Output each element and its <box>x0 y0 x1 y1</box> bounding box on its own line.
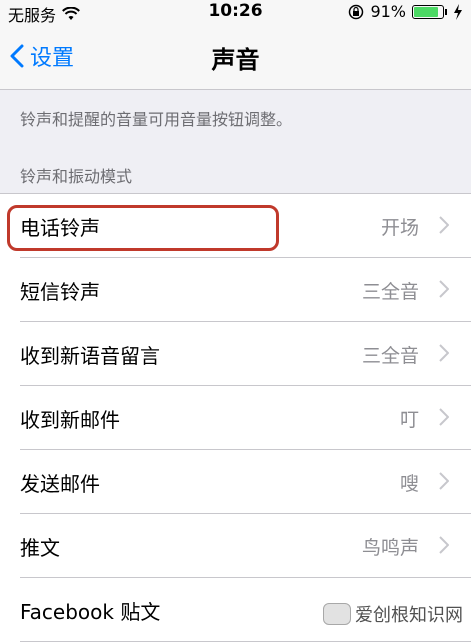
row-label: 短信铃声 <box>20 279 100 304</box>
row-label: 推文 <box>20 535 60 560</box>
navigation-bar: 设置 声音 <box>0 24 471 90</box>
status-bar: 无服务 10:26 91% <box>0 0 471 25</box>
battery-cap <box>445 8 447 15</box>
row-label: Facebook 贴文 <box>20 599 161 624</box>
battery-fill <box>414 6 438 17</box>
row-label: 收到新邮件 <box>20 407 120 432</box>
chevron-right-icon <box>439 216 449 234</box>
watermark-text: 爱创根知识网 <box>355 605 463 626</box>
watermark-logo-icon <box>323 603 351 625</box>
charging-icon <box>454 3 462 20</box>
highlight-annotation <box>7 205 279 251</box>
row-value: 三全音 <box>361 280 419 303</box>
watermark: 爱创根知识网 <box>323 601 463 627</box>
sound-list: 电话铃声 开场 短信铃声 三全音 收到新语音留言 三全音 收到新邮件 叮 发送邮… <box>0 193 471 642</box>
chevron-right-icon <box>439 344 449 362</box>
list-item-new-voicemail[interactable]: 收到新语音留言 三全音 <box>0 322 471 386</box>
chevron-right-icon <box>439 472 449 490</box>
list-item-new-mail[interactable]: 收到新邮件 叮 <box>0 386 471 450</box>
orientation-lock-icon <box>349 4 364 19</box>
chevron-right-icon <box>439 536 449 554</box>
row-label: 发送邮件 <box>20 471 100 496</box>
page-title: 声音 <box>211 46 260 74</box>
row-label: 收到新语音留言 <box>20 343 160 368</box>
status-right: 91% <box>348 2 463 21</box>
row-value: 嗖 <box>399 472 419 495</box>
row-value: 鸟鸣声 <box>361 536 419 559</box>
row-value: 开场 <box>380 216 419 239</box>
row-value: 三全音 <box>361 344 419 367</box>
list-item-sms-ringtone[interactable]: 短信铃声 三全音 <box>0 258 471 322</box>
chevron-right-icon <box>439 408 449 426</box>
list-item-sent-mail[interactable]: 发送邮件 嗖 <box>0 450 471 514</box>
battery-percent: 91% <box>370 2 406 21</box>
chevron-right-icon <box>439 280 449 298</box>
battery-icon <box>412 4 444 19</box>
list-item-tweet[interactable]: 推文 鸟鸣声 <box>0 514 471 578</box>
volume-hint: 铃声和提醒的音量可用音量按钮调整。 <box>20 110 293 129</box>
section-header: 铃声和振动模式 <box>20 167 133 186</box>
row-value: 叮 <box>399 408 419 431</box>
